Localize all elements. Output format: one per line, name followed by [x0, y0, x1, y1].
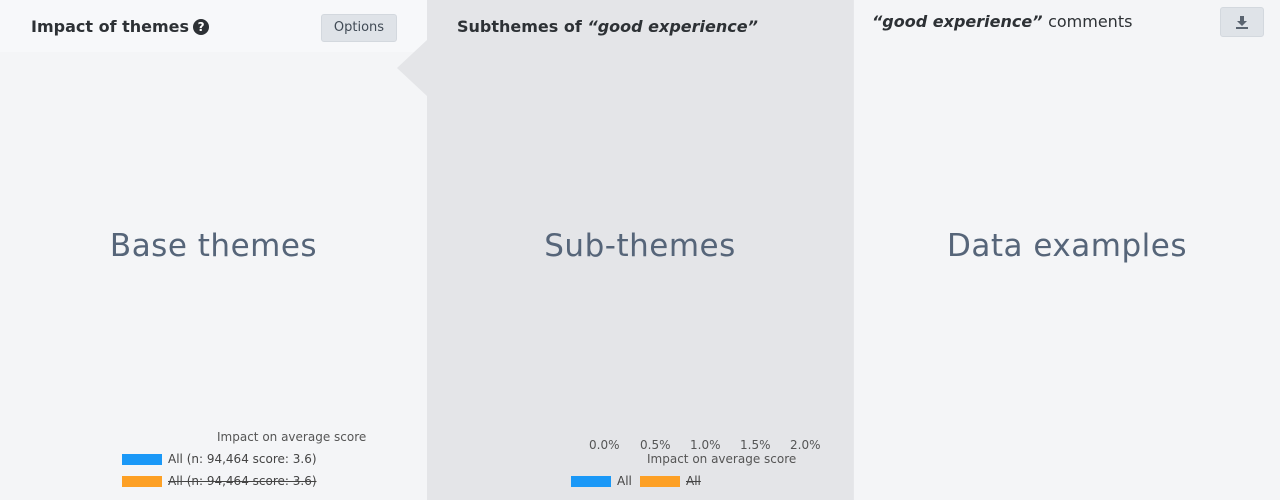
legend-label: All (n: 94,464 score: 3.6): [168, 452, 317, 466]
data-examples-placeholder: Data examples: [947, 228, 1187, 264]
subthemes-title-prefix: Subthemes of: [457, 17, 582, 36]
subthemes-panel: Subthemes of “good experience” Sub-theme…: [427, 0, 853, 500]
sub-themes-placeholder: Sub-themes: [544, 228, 736, 264]
themes-panel-title: Impact of themes?: [31, 17, 210, 36]
legend-item-all[interactable]: All: [571, 474, 632, 488]
question-circle-icon[interactable]: ?: [193, 19, 210, 35]
options-button[interactable]: Options: [321, 14, 397, 42]
download-button[interactable]: [1220, 7, 1264, 37]
legend-label: All: [617, 474, 632, 488]
themes-axis-title: Impact on average score: [217, 430, 367, 444]
legend-swatch-orange: [122, 476, 162, 487]
subthemes-title-theme: “good experience”: [587, 17, 758, 36]
axis-tick: 1.0%: [690, 438, 721, 452]
download-icon: [1236, 16, 1248, 29]
legend-item-all-disabled[interactable]: All: [640, 474, 701, 488]
legend-swatch-orange: [640, 476, 680, 487]
subthemes-panel-title: Subthemes of “good experience”: [457, 17, 758, 36]
legend-label: All (n: 94,464 score: 3.6): [168, 474, 317, 488]
legend-swatch-blue: [571, 476, 611, 487]
comments-panel: “good experience” comments Data examples: [853, 0, 1280, 500]
selection-pointer: [397, 40, 427, 96]
legend-item-all[interactable]: All (n: 94,464 score: 3.6): [122, 452, 317, 466]
themes-panel-title-text: Impact of themes: [31, 17, 190, 36]
legend-label: All: [686, 474, 701, 488]
axis-tick: 1.5%: [740, 438, 771, 452]
axis-tick: 2.0%: [790, 438, 821, 452]
subthemes-axis-title: Impact on average score: [647, 452, 797, 466]
comments-title-suffix: comments: [1048, 12, 1133, 31]
comments-panel-title: “good experience” comments: [872, 12, 1132, 31]
axis-tick: 0.0%: [589, 438, 620, 452]
base-themes-placeholder: Base themes: [109, 228, 318, 264]
comments-title-theme: “good experience”: [872, 12, 1043, 31]
legend-item-all-disabled[interactable]: All (n: 94,464 score: 3.6): [122, 474, 317, 488]
themes-panel: Impact of themes? Options Base themes Im…: [0, 0, 427, 500]
axis-tick: 0.5%: [640, 438, 671, 452]
legend-swatch-blue: [122, 454, 162, 465]
